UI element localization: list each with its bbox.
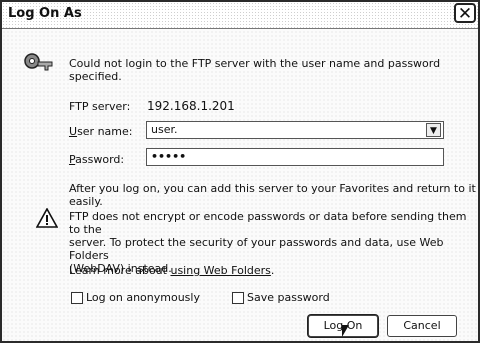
user-name-label: User name: [69,125,133,138]
window-title: Log On As [8,6,82,21]
cancel-button[interactable]: Cancel [387,315,457,337]
user-name-field[interactable]: user. ▼ [146,121,444,139]
save-password-checkbox[interactable] [232,292,244,304]
password-value: ••••• [151,150,187,163]
mouse-cursor-icon [342,325,349,337]
warning-icon [36,208,58,228]
log-on-as-dialog: Log On As ✕ Could not login to the FTP s… [0,0,480,343]
web-folders-link[interactable]: using Web Folders [170,264,270,277]
favorites-info-text: After you log on, you can add this serve… [69,182,476,208]
close-icon[interactable]: ✕ [454,3,476,23]
ftp-server-label: FTP server: [69,100,131,113]
key-icon [24,53,53,71]
anonymous-label: Log on anonymously [86,291,200,304]
ftp-server-value: 192.168.1.201 [147,99,235,113]
error-message: Could not login to the FTP server with t… [69,57,441,83]
title-bar[interactable]: Log On As ✕ [2,2,478,29]
save-password-label: Save password [247,291,330,304]
learn-more-text: Learn more about using Web Folders. [69,264,275,277]
password-field[interactable]: ••••• [146,148,444,166]
chevron-down-icon[interactable]: ▼ [426,123,441,137]
user-name-value: user. [151,123,178,136]
anonymous-checkbox[interactable] [71,292,83,304]
password-label: Password: [69,153,125,166]
